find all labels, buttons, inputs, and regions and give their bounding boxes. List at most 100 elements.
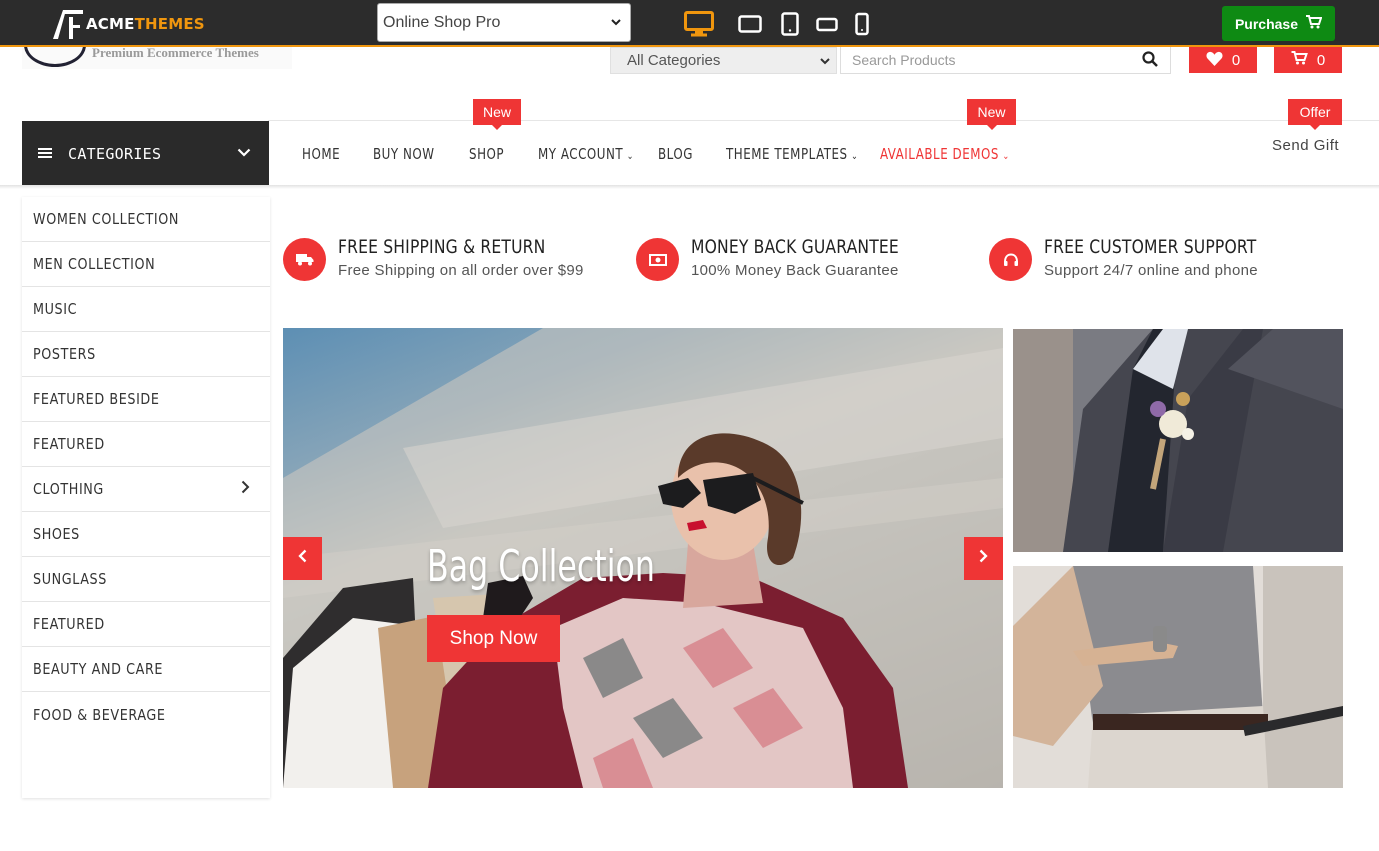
nav-home-label: HOME [302,145,341,163]
nav-available-demos[interactable]: AVAILABLE DEMOS ⌄ [880,145,1010,163]
cart-icon [1291,51,1308,69]
chevron-down-icon [602,19,630,26]
nav-my-account-label: MY ACCOUNT [538,145,624,163]
nav-available-demos-label: AVAILABLE DEMOS [880,145,999,163]
sidebar-item-label: BEAUTY AND CARE [33,660,164,678]
promo-banner-suit[interactable] [1013,329,1343,552]
acmethemes-logo[interactable]: ACMETHEMES [50,8,205,40]
truck-icon [283,238,326,281]
wishlist-button[interactable]: 0 [1189,47,1257,73]
sidebar-item-label: WOMEN COLLECTION [33,210,180,228]
chevron-down-icon: ⌄ [1002,151,1010,162]
tablet-landscape-icon[interactable] [738,10,762,38]
tablet-portrait-icon[interactable] [780,10,800,38]
categories-toggle[interactable]: CATEGORIES [22,121,269,186]
device-preview-switcher [684,10,884,38]
sidebar-item-label: SUNGLASS [33,570,107,588]
chevron-down-icon [820,52,830,69]
nav-shop[interactable]: SHOP [469,145,504,163]
feature-money-back: MONEY BACK GUARANTEE 100% Money Back Gua… [636,236,945,281]
cart-count: 0 [1316,51,1326,69]
slider-next-button[interactable] [964,537,1003,580]
sidebar-item-label: FOOD & BEVERAGE [33,705,166,724]
nav-blog[interactable]: BLOG [658,145,693,163]
sidebar-item-beauty-and-care[interactable]: BEAUTY AND CARE [22,647,270,692]
money-icon [636,238,679,281]
chevron-right-icon [241,480,250,498]
sidebar-item-label: CLOTHING [33,480,104,498]
sidebar-item-sunglass[interactable]: SUNGLASS [22,557,270,602]
theme-select-value: Online Shop Pro [383,13,501,31]
category-sidebar: WOMEN COLLECTION MEN COLLECTION MUSIC PO… [22,197,270,798]
headset-icon [989,238,1032,281]
nav-buy-now[interactable]: BUY NOW [373,145,435,163]
chevron-down-icon [237,143,251,161]
sidebar-item-food-beverage[interactable]: FOOD & BEVERAGE [22,692,270,737]
feature-title: FREE SHIPPING & RETURN [338,236,546,258]
search-input[interactable]: Search Products [840,47,1171,74]
mobile-landscape-icon[interactable] [816,10,838,38]
sidebar-item-posters[interactable]: POSTERS [22,332,270,377]
sidebar-item-clothing[interactable]: CLOTHING [22,467,270,512]
promo-banner-casual[interactable] [1013,566,1343,788]
sidebar-item-label: SHOES [33,525,80,543]
sidebar-item-label: MUSIC [33,300,78,318]
menu-icon [38,145,52,163]
feature-title: MONEY BACK GUARANTEE [691,236,899,258]
suit-banner-image [1013,329,1343,552]
sidebar-item-women-collection[interactable]: WOMEN COLLECTION [22,197,270,242]
chevron-left-icon [298,549,307,568]
acmethemes-logo-mark-icon [50,8,84,40]
category-select[interactable]: All Categories [610,47,837,74]
casual-banner-image [1013,566,1343,788]
brand-themes: THEMES [134,15,205,33]
chevron-right-icon [979,549,988,568]
mobile-portrait-icon[interactable] [854,10,870,38]
sidebar-item-label: FEATURED [33,615,105,633]
cart-button[interactable]: 0 [1274,47,1342,73]
new-badge: New [473,99,521,130]
new-badge: New [967,99,1016,130]
search-icon[interactable] [1142,50,1158,70]
purchase-label: Purchase [1234,15,1299,32]
feature-title: FREE CUSTOMER SUPPORT [1044,236,1257,258]
nav-shadow [0,185,1379,189]
send-gift-link[interactable]: Send Gift [1272,137,1339,154]
sidebar-item-label: FEATURED [33,435,105,453]
cart-icon [1306,15,1323,32]
sidebar-item-label: MEN COLLECTION [33,255,156,273]
nav-buy-now-label: BUY NOW [373,145,435,163]
feature-customer-support: FREE CUSTOMER SUPPORT Support 24/7 onlin… [989,236,1303,281]
site-logo[interactable]: Premium Ecommerce Themes [22,47,292,69]
nav-blog-label: BLOG [658,145,693,163]
sidebar-item-men-collection[interactable]: MEN COLLECTION [22,242,270,287]
slider-prev-button[interactable] [283,537,322,580]
shop-now-button[interactable]: Shop Now [427,615,560,662]
nav-home[interactable]: HOME [302,145,340,163]
demo-toolbar: ACMETHEMES Online Shop Pro Purchase [0,0,1379,47]
category-select-value: All Categories [627,52,721,69]
sidebar-item-label: POSTERS [33,345,96,363]
desktop-icon[interactable] [684,10,714,38]
sidebar-item-shoes[interactable]: SHOES [22,512,270,557]
heart-icon [1206,51,1223,70]
purchase-button[interactable]: Purchase [1222,6,1335,41]
search-placeholder: Search Products [852,52,956,68]
sidebar-item-music[interactable]: MUSIC [22,287,270,332]
nav-my-account[interactable]: MY ACCOUNT ⌄ [538,145,634,163]
sidebar-item-featured-beside[interactable]: FEATURED BESIDE [22,377,270,422]
feature-free-shipping: FREE SHIPPING & RETURN Free Shipping on … [283,236,591,281]
site-logo-mark [24,47,86,67]
brand-acme: ACME [86,15,135,33]
feature-subtitle: Free Shipping on all order over $99 [338,262,584,279]
chevron-down-icon: ⌄ [851,151,859,162]
sidebar-item-featured-2[interactable]: FEATURED [22,602,270,647]
sidebar-item-featured[interactable]: FEATURED [22,422,270,467]
nav-shop-label: SHOP [469,145,505,163]
theme-select[interactable]: Online Shop Pro [377,3,631,42]
feature-subtitle: 100% Money Back Guarantee [691,262,899,279]
nav-theme-templates[interactable]: THEME TEMPLATES ⌄ [726,145,858,163]
categories-label: CATEGORIES [68,144,162,163]
chevron-down-icon: ⌄ [626,151,634,162]
offer-badge: Offer [1288,99,1342,130]
